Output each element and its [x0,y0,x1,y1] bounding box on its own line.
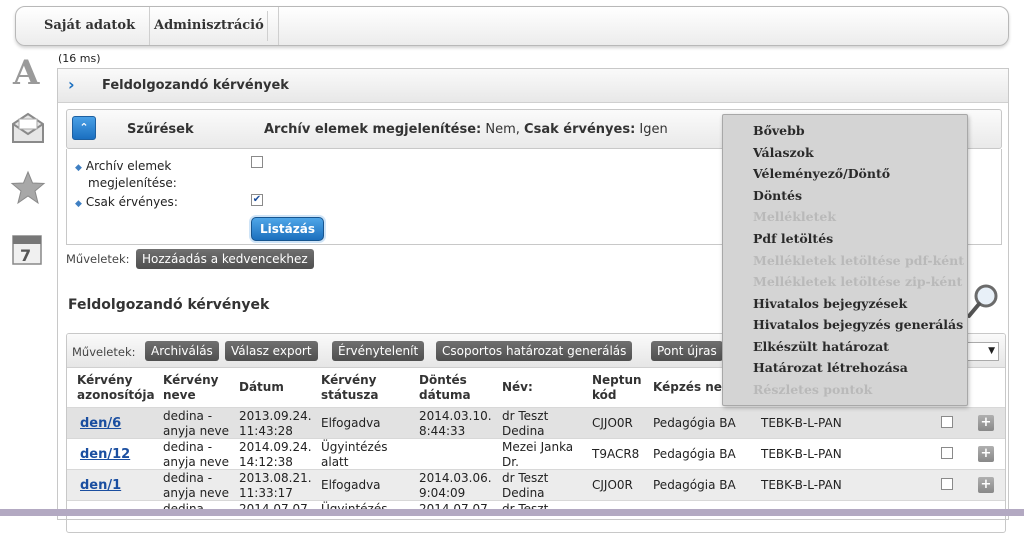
valid-label-text: Csak érvényes: [85,195,178,209]
menu-item-official-entry-generate[interactable]: Hivatalos bejegyzés generálás [753,317,963,332]
summary-label-valid: Csak érvényes: [524,122,636,137]
archive-label-line2: megjelenítése: [88,176,177,190]
archive-checkbox[interactable] [251,156,263,168]
request-date: 2014.09.24. 14:12:38 [239,440,312,469]
mail-icon[interactable] [10,110,46,146]
valid-filter-label: ◆ Csak érvényes: [75,195,178,209]
menu-item-attachments: Mellékletek [753,209,836,224]
menu-item-decision[interactable]: Döntés [753,188,802,203]
bullet-icon: ◆ [75,199,82,209]
font-size-icon[interactable]: A [10,52,46,93]
archive-button[interactable]: Archiválás [145,341,219,361]
add-favorite-button[interactable]: Hozzáadás a kedvencekhez [136,249,314,269]
svg-text:A: A [12,53,40,88]
request-status: Ügyintézés alatt [321,440,388,469]
neptun-code: T9ACR8 [592,447,640,461]
answer-export-button[interactable]: Válasz export [225,341,318,361]
col-header-program[interactable]: Képzés nev [653,380,730,395]
program-code: TEBK-B-L-PAN [761,416,842,430]
menu-item-official-entries[interactable]: Hivatalos bejegyzések [753,296,907,311]
request-id-link[interactable]: den/6 [80,416,121,431]
bottom-border [0,509,1024,516]
col-header-person[interactable]: Név: [502,380,533,395]
filter-summary: Archív elemek megjelenítése: Nem, Csak é… [264,122,668,137]
expand-plus-icon[interactable]: + [978,477,994,493]
expand-plus-icon[interactable]: + [978,415,994,431]
menu-item-detailed-points: Részletes pontok [753,382,873,397]
col-header-neptun[interactable]: Neptun kód [592,373,642,403]
person-name: dr Teszt Dedina [502,409,549,438]
menu-item-reviewer[interactable]: Véleményező/Döntő [753,166,890,181]
filter-title: Szűrések [127,122,194,137]
summary-value-archive: Nem, [485,122,520,137]
decision-date: 2014.03.06. 9:04:09 [419,471,492,500]
request-name: dedina - anyja neve [163,409,230,438]
collapse-up-icon[interactable]: ⌃ [72,116,96,140]
program-name: Pedagógia BA [653,416,736,430]
section-title: Feldolgozandó kérvények [68,297,270,313]
table-ops-label: Műveletek: [72,345,136,359]
svg-text:7: 7 [20,246,31,265]
program-name: Pedagógia BA [653,478,736,492]
operations-label: Műveletek: [66,252,130,266]
invalidate-button[interactable]: Érvénytelenít [332,341,425,361]
menu-item-own-data[interactable]: Saját adatok [30,7,151,45]
neptun-code: CJJO0R [592,478,633,492]
summary-value-valid: Igen [639,122,668,137]
row-select-checkbox[interactable] [941,416,953,428]
neptun-code: CJJO0R [592,416,633,430]
archive-filter-label: ◆ Archív elemek megjelenítése: [75,159,177,191]
summary-label-archive: Archív elemek megjelenítése: [264,122,482,137]
panel-header[interactable]: › Feldolgozandó kérvények [58,69,1008,103]
person-name: dr Teszt Dedina [502,471,549,500]
program-code: TEBK-B-L-PAN [761,478,842,492]
request-date: 2013.08.21. 11:33:17 [239,471,312,500]
row-select-checkbox[interactable] [941,478,953,490]
request-name: dedina - anyja neve [163,440,230,469]
menu-item-answers[interactable]: Válaszok [753,145,814,160]
menu-item-attachments-pdf: Mellékletek letöltése pdf-ként [753,253,965,268]
table-row[interactable]: den/6 dedina - anyja neve 2013.09.24. 11:4… [67,407,1005,438]
program-name: Pedagógia BA [653,447,736,461]
menu-item-attachments-zip: Mellékletek letöltése zip-ként [753,274,963,289]
top-menu-bar: Saját adatok Adminisztráció [15,6,1009,46]
decision-date: 2014.03.10. 8:44:33 [419,409,492,438]
favorites-star-icon[interactable] [10,170,46,206]
person-name: Mezei Janka Dr. [502,440,574,469]
table-row[interactable]: den/12 dedina - anyja neve 2014.09.24. 14:… [67,438,1005,469]
recalc-points-button[interactable]: Pont újras [651,341,723,361]
valid-checkbox[interactable]: ✔ [251,194,263,206]
request-id-link[interactable]: den/12 [80,447,130,462]
col-header-status[interactable]: Kérvény státusza [321,373,378,403]
list-button[interactable]: Listázás [251,217,324,241]
calendar-icon[interactable]: 7 [10,230,46,266]
group-resolution-button[interactable]: Csoportos határozat generálás [436,341,633,361]
menu-item-administration[interactable]: Adminisztráció [140,7,279,45]
bullet-icon: ◆ [75,163,82,173]
col-header-decision-date[interactable]: Döntés dátuma [419,373,471,403]
menu-item-completed-resolution[interactable]: Elkészült határozat [753,339,889,354]
table-row[interactable]: den/1 dedina - anyja neve 2013.08.21. 11:3… [67,469,1005,500]
magnifier-icon[interactable] [966,283,1000,322]
row-context-menu: Bővebb Válaszok Véleményező/Döntő Döntés… [722,114,968,406]
menu-item-create-resolution[interactable]: Határozat létrehozása [753,360,908,375]
col-header-date[interactable]: Dátum [239,380,284,395]
row-select-checkbox[interactable] [941,447,953,459]
col-header-name[interactable]: Kérvény neve [163,373,218,403]
request-status: Elfogadva [321,416,381,430]
request-id-link[interactable]: den/1 [80,478,121,493]
request-date: 2013.09.24. 11:43:28 [239,409,312,438]
col-header-id[interactable]: Kérvény azonosítója [77,373,155,403]
menu-item-pdf-download[interactable]: Pdf letöltés [753,231,833,246]
render-time: (16 ms) [58,52,101,65]
archive-label-line1: Archív elemek [85,159,172,173]
chevron-right-icon[interactable]: › [68,75,75,94]
panel-title: Feldolgozandó kérvények [102,78,289,93]
request-status: Elfogadva [321,478,381,492]
program-code: TEBK-B-L-PAN [761,447,842,461]
request-name: dedina - anyja neve [163,471,230,500]
menu-divider [267,11,268,41]
menu-item-details[interactable]: Bővebb [753,123,805,138]
expand-plus-icon[interactable]: + [978,446,994,462]
